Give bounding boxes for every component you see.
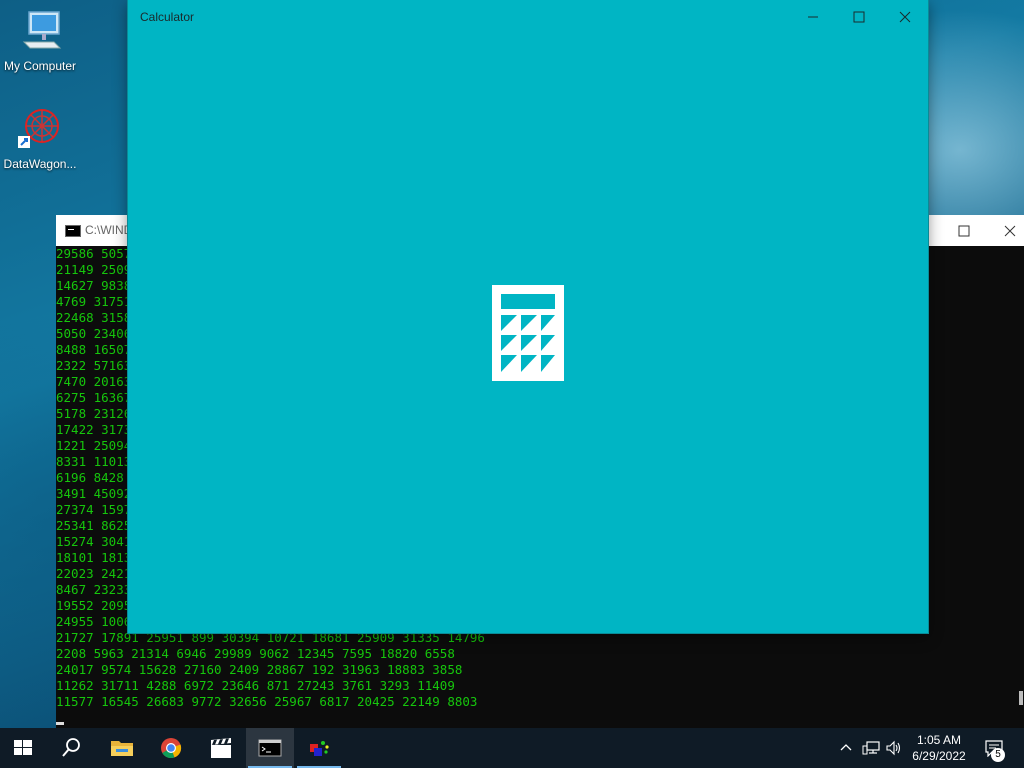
start-button[interactable] (0, 728, 48, 768)
app-icon (310, 741, 329, 756)
console-line: 2208 5963 21314 6946 29989 9062 12345 75… (56, 646, 455, 661)
taskbar-chrome[interactable] (148, 728, 196, 768)
calculator-maximize-button[interactable] (836, 0, 882, 33)
datawagon-icon (0, 106, 80, 155)
clock-time: 1:05 AM (916, 733, 962, 747)
taskbar: 1:05 AM 6/29/2022 (0, 728, 1024, 768)
desktop-icon-my-computer[interactable]: My Computer (0, 8, 80, 73)
console-scrollbar[interactable] (1016, 246, 1024, 728)
network-icon[interactable] (862, 740, 880, 761)
computer-icon (0, 8, 80, 57)
taskbar-app[interactable] (295, 728, 343, 768)
folder-icon (111, 741, 133, 756)
command-prompt-icon (258, 739, 282, 757)
console-line: 24017 9574 15628 27160 2409 28867 192 31… (56, 662, 463, 677)
notification-count-badge: 5 (991, 748, 1005, 762)
taskbar-clock[interactable]: 1:05 AM 6/29/2022 (902, 732, 976, 764)
console-scroll-thumb[interactable] (1019, 691, 1023, 705)
calculator-splash-icon (492, 285, 564, 381)
desktop: My Computer DataWagon... C:\WINDOWS\syst… (0, 0, 1024, 768)
calculator-minimize-button[interactable] (790, 0, 836, 33)
calculator-title: Calculator (140, 10, 195, 24)
search-icon (62, 738, 80, 757)
windows-icon (14, 740, 32, 755)
taskbar-file-explorer[interactable] (98, 728, 146, 768)
taskbar-command-prompt[interactable] (246, 728, 294, 768)
taskbar-clapperboard-app[interactable] (197, 728, 245, 768)
maximize-icon (853, 11, 865, 23)
desktop-icon-label: My Computer (3, 59, 77, 73)
chevron-up-icon[interactable] (839, 740, 853, 759)
calculator-close-button[interactable] (882, 0, 928, 33)
volume-icon[interactable] (885, 740, 903, 761)
clapperboard-icon (211, 738, 231, 758)
search-button[interactable] (48, 728, 96, 768)
close-icon (1004, 225, 1016, 237)
close-icon (899, 11, 911, 23)
desktop-icon-label: DataWagon... (3, 157, 77, 171)
clock-date: 6/29/2022 (912, 749, 966, 763)
chrome-icon (161, 738, 182, 759)
console-maximize-button[interactable] (941, 215, 987, 246)
console-line: 11262 31711 4288 6972 23646 871 27243 37… (56, 678, 455, 693)
command-prompt-icon (65, 225, 81, 237)
console-cursor (56, 722, 64, 725)
desktop-icon-datawagon[interactable]: DataWagon... (0, 106, 80, 171)
console-line: 11577 16545 26683 9772 32656 25967 6817 … (56, 694, 478, 709)
minimize-icon (808, 16, 818, 18)
maximize-icon (958, 225, 970, 237)
calculator-titlebar[interactable]: Calculator (128, 0, 928, 33)
console-close-button[interactable] (987, 215, 1024, 246)
calculator-window[interactable]: Calculator (128, 0, 928, 633)
